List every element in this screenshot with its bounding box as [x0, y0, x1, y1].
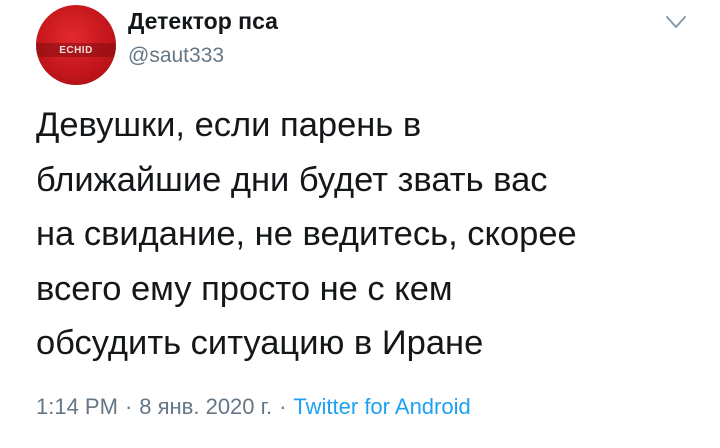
- tweet-text-line: на свидание, не ведитесь, скорее: [36, 215, 577, 253]
- tweet-text-line: ближайшие дни будет звать вас: [36, 160, 548, 199]
- display-name[interactable]: Детектор пса: [128, 8, 278, 35]
- tweet-card: ECHID Детектор пса @saut333 Девушки, есл…: [0, 0, 720, 448]
- chevron-down-icon[interactable]: [664, 12, 688, 32]
- meta-separator: ·: [279, 394, 287, 419]
- user-handle[interactable]: @saut333: [128, 44, 224, 68]
- tweet-text-line: Девушки, если парень в: [36, 106, 422, 144]
- tweet-source-link[interactable]: Twitter for Android: [293, 394, 470, 419]
- avatar[interactable]: ECHID: [36, 5, 116, 85]
- meta-separator: ·: [124, 394, 133, 419]
- avatar-logo-text: ECHID: [59, 45, 93, 56]
- tweet-text-line: обсудить ситуацию в Иране: [36, 324, 484, 362]
- tweet-text: Девушки, если парень в ближайшие дни буд…: [36, 98, 696, 371]
- tweet-time[interactable]: 1:14 PM: [36, 394, 118, 419]
- tweet-text-line: всего ему просто не с кем: [36, 269, 453, 308]
- tweet-meta: 1:14 PM · 8 янв. 2020 г. · Twitter for Andro…: [36, 394, 471, 420]
- tweet-date[interactable]: 8 янв. 2020 г.: [139, 394, 272, 419]
